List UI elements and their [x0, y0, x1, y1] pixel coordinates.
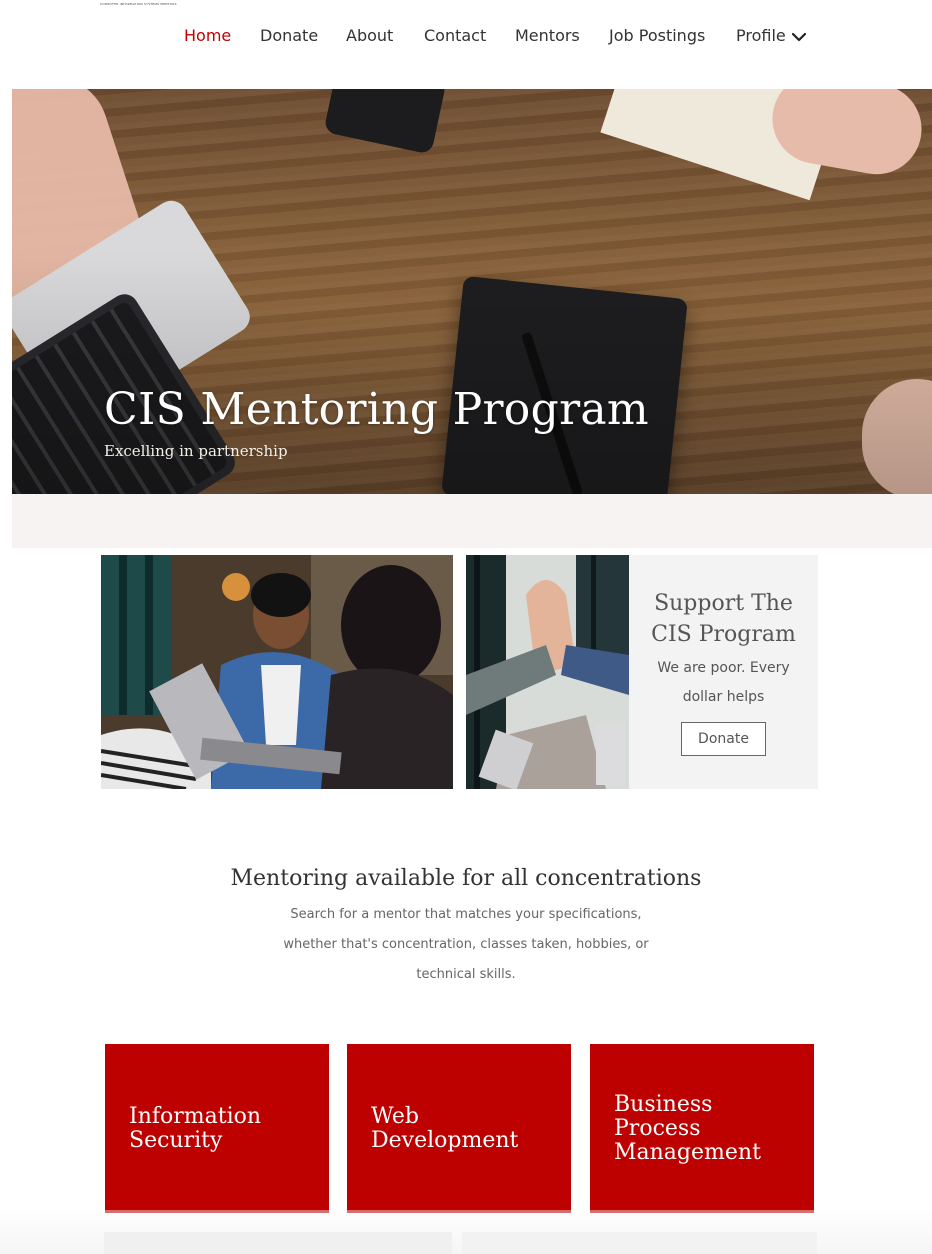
tile-label: Web Development [371, 1103, 519, 1153]
tile-label: Business Process Management [614, 1091, 761, 1165]
nav-donate[interactable]: Donate [260, 26, 318, 45]
divider-band [12, 494, 932, 548]
support-title: Support The CIS Program [651, 591, 796, 647]
teamwork-photo [466, 555, 629, 789]
mentoring-title: Mentoring available for all concentratio… [230, 866, 702, 891]
mentoring-photo-image [101, 555, 453, 789]
nav-job-postings[interactable]: Job Postings [609, 26, 705, 45]
nav-mentors[interactable]: Mentors [515, 26, 580, 45]
concentration-tile-information-security[interactable]: Information Security [105, 1044, 329, 1213]
hero-banner: CIS Mentoring Program Excelling in partn… [12, 89, 932, 494]
nav-profile[interactable]: Profile [736, 26, 806, 45]
mentoring-photo [101, 555, 453, 789]
concentration-tile-business-process-management[interactable]: Business Process Management [590, 1044, 814, 1213]
nav-profile-label: Profile [736, 26, 786, 45]
next-section-card [462, 1232, 817, 1254]
site-logo[interactable]: COMPUTER INFORMATION SYSTEMS MENTORS [100, 2, 177, 6]
support-text: We are poor. Every dollar helps [657, 660, 790, 705]
nav-about[interactable]: About [346, 26, 393, 45]
nav-home[interactable]: Home [184, 26, 231, 45]
tile-label: Information Security [129, 1103, 262, 1153]
support-card: Support The CIS Program We are poor. Eve… [629, 555, 818, 789]
concentration-tile-web-development[interactable]: Web Development [347, 1044, 571, 1213]
nav-contact[interactable]: Contact [424, 26, 486, 45]
donate-button[interactable]: Donate [681, 722, 766, 756]
hero-title: CIS Mentoring Program [104, 384, 649, 435]
chevron-down-icon [791, 32, 806, 41]
hero-subtitle: Excelling in partnership [104, 442, 288, 460]
main-nav: Home Donate About Contact Mentors Job Po… [0, 26, 932, 54]
teamwork-photo-image [466, 555, 629, 789]
mentoring-description: Search for a mentor that matches your sp… [283, 907, 649, 982]
next-section-card [104, 1232, 452, 1254]
